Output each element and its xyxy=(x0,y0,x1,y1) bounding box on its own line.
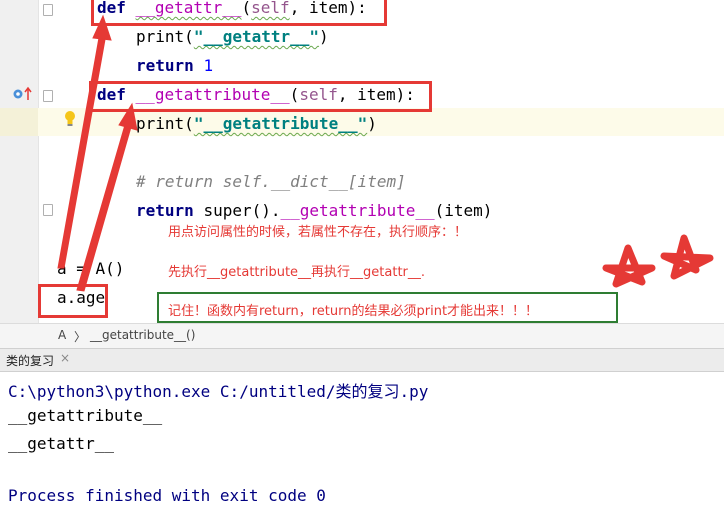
console-line: __getattribute__ xyxy=(8,406,163,425)
highlight-box-remember xyxy=(157,292,618,323)
breadcrumb-separator: 〉 xyxy=(74,330,87,344)
code-line-print-getattr[interactable]: print("__getattr__") xyxy=(136,27,329,46)
console-line: __getattr__ xyxy=(8,434,114,453)
code-line-assign[interactable]: a = A() xyxy=(57,259,124,278)
code-line-print-getattribute[interactable]: print("__getattribute__") xyxy=(136,114,377,133)
console-line: Process finished with exit code 0 xyxy=(8,486,326,505)
code-editor[interactable]: def __getattr__(self, item): print("__ge… xyxy=(0,0,724,323)
override-method-icon[interactable] xyxy=(12,86,34,102)
run-tool-window-header: 类的复习 × xyxy=(0,348,724,372)
code-line-comment[interactable]: # return self.__dict__[item] xyxy=(136,172,406,191)
highlight-box-access xyxy=(38,284,108,318)
close-icon[interactable]: × xyxy=(60,351,70,365)
editor-gutter xyxy=(0,0,38,323)
annotation-order: 用点访问属性的时候，若属性不存在，执行顺序：！ xyxy=(168,225,468,240)
highlight-box-getattribute xyxy=(89,81,432,112)
highlight-box-getattr xyxy=(91,0,387,26)
run-tab-label[interactable]: 类的复习 xyxy=(6,352,54,369)
breadcrumb-class[interactable]: A xyxy=(58,328,66,342)
code-line-return-super[interactable]: return super().__getattribute__(item) xyxy=(136,201,492,220)
code-line-return-one[interactable]: return 1 xyxy=(136,56,213,75)
breadcrumb-method[interactable]: __getattribute__() xyxy=(90,328,195,342)
fold-marker[interactable] xyxy=(43,4,53,16)
lightbulb-icon[interactable] xyxy=(63,110,77,128)
run-console[interactable]: C:\python3\python.exe C:/untitled/类的复习.p… xyxy=(0,372,724,511)
fold-marker[interactable] xyxy=(43,204,53,216)
console-line: C:\python3\python.exe C:/untitled/类的复习.p… xyxy=(8,382,429,401)
fold-marker[interactable] xyxy=(43,90,53,102)
gutter-separator xyxy=(38,0,39,323)
annotation-sequence: 先执行__getattribute__再执行__getattr__. xyxy=(168,265,426,280)
breadcrumb: A 〉 __getattribute__() xyxy=(0,323,724,348)
